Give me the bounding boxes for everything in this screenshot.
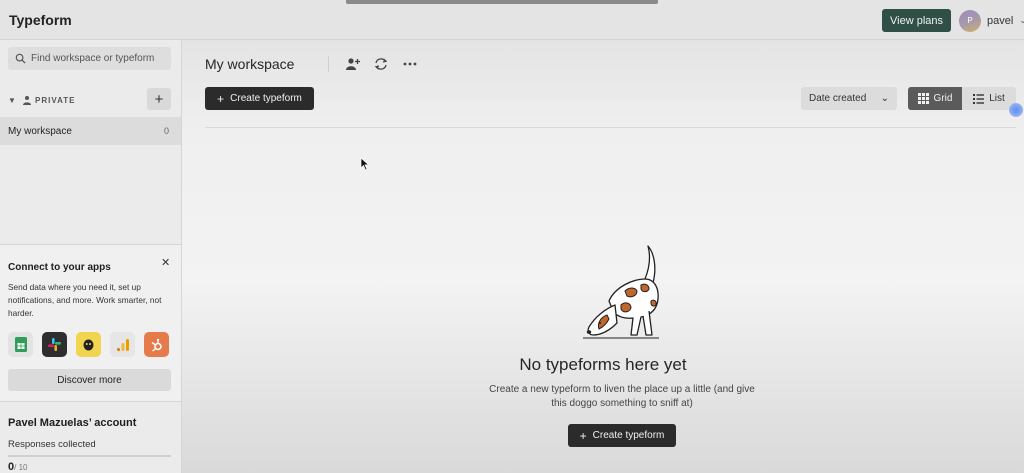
responses-count: 0/ 10 (8, 461, 27, 473)
connect-title: Connect to your apps (8, 262, 111, 273)
sort-label: Date created (809, 93, 867, 104)
chevron-down-icon: ⌄ (880, 93, 889, 104)
view-plans-button[interactable]: View plans (882, 9, 951, 32)
search-placeholder: Find workspace or typeform (31, 53, 155, 64)
google-analytics-icon[interactable] (110, 332, 135, 357)
account-name: Pavel Mazuelas’ account (8, 417, 137, 429)
hubspot-icon[interactable] (144, 332, 169, 357)
sync-icon[interactable] (373, 56, 389, 72)
sidebar: Find workspace or typeform ▼ PRIVATE + M… (0, 40, 182, 473)
slack-icon[interactable] (42, 332, 67, 357)
workspace-name: My workspace (8, 125, 72, 137)
list-icon (973, 93, 985, 104)
create-typeform-empty-button[interactable]: + Create typeform (568, 424, 676, 447)
chevron-down-icon[interactable]: ⌄ (1019, 15, 1024, 26)
responses-max: / 10 (14, 463, 28, 472)
create-typeform-button[interactable]: + Create typeform (205, 87, 314, 110)
responses-label: Responses collected (8, 439, 96, 450)
view-toggle: Grid List (908, 87, 1016, 110)
search-icon (15, 53, 26, 64)
create-typeform-empty-label: Create typeform (592, 430, 665, 441)
avatar[interactable]: P (959, 9, 981, 32)
create-typeform-label: Create typeform (230, 93, 302, 104)
workspace-actions (328, 54, 418, 74)
add-workspace-button[interactable]: + (147, 88, 171, 110)
user-menu[interactable]: P pavel ⌄ (959, 9, 1024, 32)
grid-view-button[interactable]: Grid (908, 87, 962, 110)
private-label: PRIVATE (35, 95, 76, 105)
workspace-count: 0 (163, 126, 169, 136)
top-bar: Typeform View plans P pavel ⌄ (0, 0, 1024, 40)
divider (328, 56, 329, 72)
list-view-button[interactable]: List (962, 87, 1016, 110)
google-sheets-icon[interactable] (8, 332, 33, 357)
page-title[interactable]: My workspace (205, 56, 294, 72)
person-icon (23, 96, 31, 105)
plus-icon: + (579, 428, 587, 443)
list-view-label: List (989, 93, 1005, 104)
connect-apps-panel: Connect to your apps ✕ Send data where y… (0, 244, 181, 402)
empty-state-description: Create a new typeform to liven the place… (489, 384, 755, 409)
close-icon[interactable]: ✕ (161, 256, 170, 269)
top-scroll-indicator (346, 0, 658, 4)
divider (205, 127, 1016, 128)
plus-icon: + (217, 91, 225, 106)
sort-dropdown[interactable]: Date created ⌄ (801, 87, 897, 110)
add-member-icon[interactable] (344, 56, 360, 72)
mailchimp-icon[interactable] (76, 332, 101, 357)
search-input[interactable]: Find workspace or typeform (8, 47, 171, 70)
main-area: My workspace + Create typeform Date crea… (182, 40, 1024, 473)
sidebar-item-my-workspace[interactable]: My workspace 0 (0, 117, 181, 145)
grid-view-label: Grid (933, 93, 953, 104)
brand-logo[interactable]: Typeform (9, 12, 72, 28)
caret-down-icon[interactable]: ▼ (8, 96, 18, 105)
user-name[interactable]: pavel (987, 15, 1013, 27)
click-indicator (1009, 103, 1023, 117)
grid-icon (917, 93, 929, 104)
empty-state-title: No typeforms here yet (519, 355, 687, 374)
app-icons (8, 332, 169, 357)
connect-description: Send data where you need it, set up noti… (8, 282, 162, 318)
discover-more-button[interactable]: Discover more (8, 369, 171, 391)
dog-illustration (583, 245, 659, 339)
more-options-icon[interactable] (402, 56, 418, 72)
responses-progress-bar (8, 455, 171, 457)
mouse-cursor-icon (360, 157, 370, 171)
